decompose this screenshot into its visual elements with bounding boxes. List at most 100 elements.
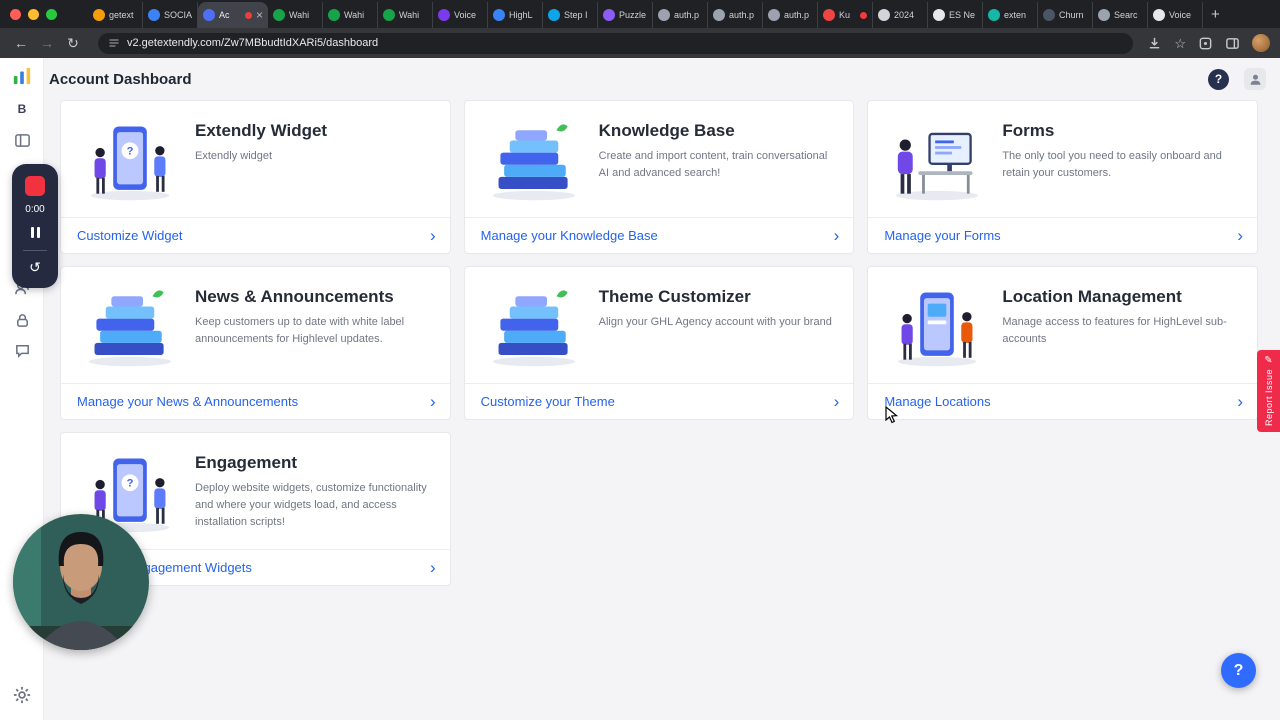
- browser-tab[interactable]: Churn: [1038, 2, 1093, 28]
- settings-gear-icon[interactable]: [0, 686, 44, 704]
- card-title: Theme Customizer: [598, 287, 751, 306]
- chat-bubble-icon[interactable]: [0, 342, 44, 359]
- card-title: Forms: [1002, 121, 1055, 140]
- card-action-label: Manage Locations: [884, 394, 991, 409]
- browser-tab[interactable]: Searc: [1093, 2, 1148, 28]
- tab-label: Voice: [454, 10, 477, 20]
- browser-tab[interactable]: auth.p: [653, 2, 708, 28]
- customize-theme-link[interactable]: Customize your Theme ›: [464, 383, 854, 419]
- card-description: Manage access to features for HighLevel …: [1002, 316, 1227, 346]
- tab-favicon: [713, 9, 725, 21]
- browser-tab[interactable]: Step I: [543, 2, 598, 28]
- chevron-right-icon: ›: [1237, 226, 1243, 245]
- tab-label: auth.p: [729, 10, 755, 20]
- forward-icon[interactable]: →: [36, 35, 58, 51]
- extendly-logo: [0, 66, 44, 86]
- browser-tab[interactable]: HighL: [488, 2, 543, 28]
- tab-favicon: [933, 9, 945, 21]
- report-issue-tab[interactable]: ✎ Report Issue: [1257, 350, 1280, 432]
- tab-label: auth.p: [674, 10, 700, 20]
- page-header: Account Dashboard ?: [44, 58, 1280, 100]
- customize-widget-link[interactable]: Customize Widget ›: [61, 217, 450, 253]
- browser-tab[interactable]: SOCIA: [143, 2, 198, 28]
- browser-tab[interactable]: Voice: [1148, 2, 1203, 28]
- restart-recording-icon[interactable]: ↺: [29, 259, 41, 276]
- tab-favicon: [383, 9, 395, 21]
- browser-tab[interactable]: Ac ×: [198, 2, 268, 28]
- side-panel-icon[interactable]: [1225, 36, 1240, 51]
- tab-favicon: [823, 9, 835, 21]
- chevron-right-icon: ›: [833, 226, 840, 245]
- pause-recording-button[interactable]: [30, 223, 40, 242]
- card-title: Engagement: [195, 453, 298, 472]
- browser-tab[interactable]: ES Ne: [928, 2, 983, 28]
- chevron-right-icon: ›: [429, 558, 436, 577]
- browser-tab[interactable]: exten: [983, 2, 1038, 28]
- tab-label: HighL: [509, 10, 533, 20]
- recording-dot: [860, 11, 867, 19]
- browser-tab[interactable]: auth.p: [708, 2, 763, 28]
- browser-tab[interactable]: 2024: [873, 2, 928, 28]
- browser-toolbar: ← → ↻ v2.getextendly.com/Zw7MBbudtIdXARi…: [0, 28, 1280, 58]
- browser-tab[interactable]: Wahi: [268, 2, 323, 28]
- url-text[interactable]: v2.getextendly.com/Zw7MBbudtIdXARi5/dash…: [127, 37, 378, 49]
- browser-tab[interactable]: auth.p: [763, 2, 818, 28]
- window-close-button[interactable]: [10, 9, 21, 20]
- window-zoom-button[interactable]: [46, 9, 57, 20]
- browser-tab[interactable]: getext: [88, 2, 143, 28]
- tab-favicon: [493, 9, 505, 21]
- tab-label: Puzzle: [619, 10, 647, 20]
- app-content: B Account Dashboard ? ? Extendly Widget …: [0, 58, 1280, 720]
- help-icon[interactable]: ?: [1208, 68, 1229, 90]
- bookmark-star-icon[interactable]: ☆: [1174, 37, 1186, 50]
- manage-knowledge-base-link[interactable]: Manage your Knowledge Base ›: [464, 217, 854, 253]
- card-description: The only tool you need to easily onboard…: [1002, 150, 1222, 180]
- site-info-icon[interactable]: [108, 37, 120, 49]
- card-location-management: Location Management Manage access to fea…: [867, 266, 1258, 420]
- tab-favicon: [878, 9, 890, 21]
- browser-profile-avatar[interactable]: [1252, 34, 1270, 52]
- stop-recording-button[interactable]: [25, 176, 45, 196]
- browser-tab[interactable]: Puzzle: [598, 2, 653, 28]
- browser-tab[interactable]: Wahi: [323, 2, 378, 28]
- back-icon[interactable]: ←: [10, 35, 32, 51]
- svg-text:?: ?: [127, 477, 134, 489]
- browser-tab[interactable]: Ku: [818, 2, 873, 28]
- recording-timer: 0:00: [25, 204, 45, 215]
- tab-label: getext: [109, 10, 134, 20]
- tab-favicon: [1153, 9, 1165, 21]
- tab-label: SOCIA: [164, 10, 192, 20]
- card-description: Align your GHL Agency account with your …: [598, 316, 832, 328]
- window-minimize-button[interactable]: [28, 9, 39, 20]
- manage-news-announcements-link[interactable]: Manage your News & Announcements ›: [61, 383, 450, 419]
- window-controls: [10, 9, 57, 20]
- lock-icon[interactable]: [0, 312, 44, 329]
- webcam-bubble[interactable]: [13, 514, 149, 650]
- svg-text:?: ?: [127, 145, 134, 157]
- card-title: Knowledge Base: [598, 121, 735, 140]
- help-fab[interactable]: ?: [1221, 653, 1256, 688]
- layout-panel-icon[interactable]: [0, 132, 44, 149]
- tab-label: exten: [1004, 10, 1027, 20]
- new-tab-button[interactable]: +: [1211, 6, 1220, 28]
- extensions-puzzle-icon[interactable]: [1198, 36, 1213, 51]
- tab-label: Voice: [1169, 10, 1192, 20]
- address-bar[interactable]: v2.getextendly.com/Zw7MBbudtIdXARi5/dash…: [98, 32, 1134, 54]
- reload-icon[interactable]: ↻: [62, 35, 84, 52]
- recording-dot: [244, 11, 252, 19]
- manage-forms-link[interactable]: Manage your Forms ›: [868, 217, 1257, 253]
- books-illustration: [475, 113, 593, 209]
- tab-label: auth.p: [784, 10, 810, 20]
- chevron-right-icon: ›: [429, 392, 436, 411]
- download-icon[interactable]: [1147, 36, 1162, 51]
- sidebar-item-b-badge[interactable]: B: [0, 102, 44, 116]
- card-title: Extendly Widget: [195, 121, 328, 140]
- tab-label: Churn: [1059, 10, 1084, 20]
- browser-tab[interactable]: Voice: [433, 2, 488, 28]
- tab-close-icon[interactable]: ×: [256, 9, 263, 21]
- user-avatar[interactable]: [1244, 68, 1266, 90]
- chevron-right-icon: ›: [833, 392, 840, 411]
- browser-tab[interactable]: Wahi: [378, 2, 433, 28]
- tab-label: ES Ne: [949, 10, 976, 20]
- manage-locations-link[interactable]: Manage Locations ›: [868, 383, 1257, 419]
